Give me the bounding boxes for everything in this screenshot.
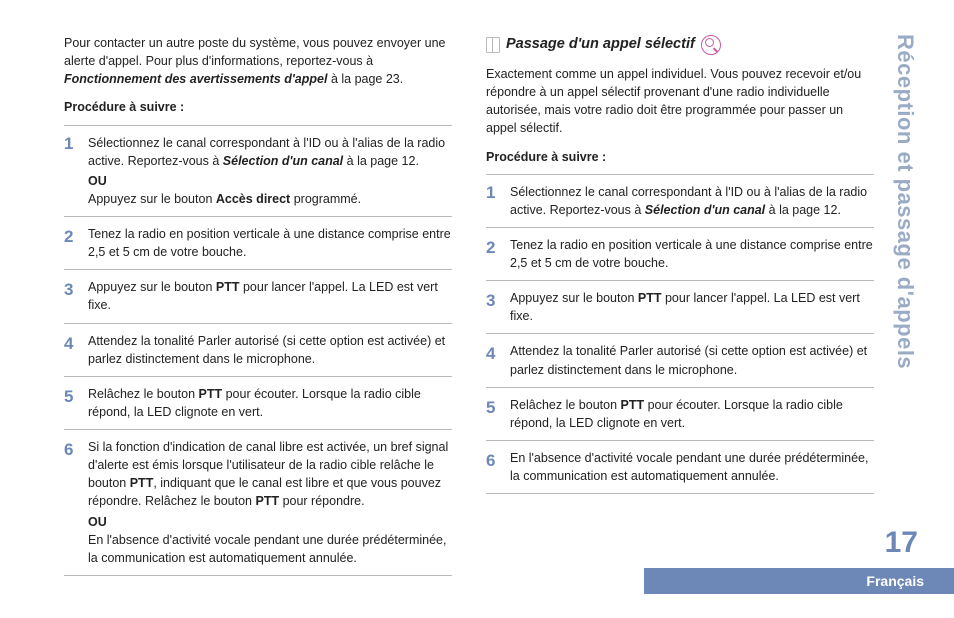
step-text: à la page 12. — [343, 154, 419, 168]
step-text: En l'absence d'activité vocale pendant u… — [88, 531, 452, 567]
step-strong: PTT — [216, 280, 240, 294]
step-text: En l'absence d'activité vocale pendant u… — [510, 451, 868, 483]
step-strong: Accès direct — [216, 192, 290, 206]
step-2: Tenez la radio en position verticale à u… — [64, 225, 452, 270]
step-strong: PTT — [621, 398, 645, 412]
step-text: Attendez la tonalité Parler autorisé (si… — [510, 344, 867, 376]
step-strong: PTT — [255, 494, 279, 508]
step-5: Relâchez le bouton PTT pour écouter. Lor… — [64, 385, 452, 430]
step-text: pour répondre. — [279, 494, 364, 508]
step-4: Attendez la tonalité Parler autorisé (si… — [64, 332, 452, 377]
step-2: Tenez la radio en position verticale à u… — [486, 236, 874, 281]
right-column: Passage d'un appel sélectif Exactement c… — [486, 34, 874, 558]
steps-list-right: Sélectionnez le canal correspondant à l'… — [486, 174, 874, 495]
intro-xref: Fonctionnement des avertissements d'appe… — [64, 72, 327, 86]
page: Pour contacter un autre poste du système… — [0, 0, 954, 618]
or-label: OU — [88, 172, 452, 190]
step-text: Attendez la tonalité Parler autorisé (si… — [88, 334, 445, 366]
step-text: programmé. — [290, 192, 361, 206]
step-xref: Sélection d'un canal — [223, 154, 343, 168]
step-strong: PTT — [130, 476, 154, 490]
step-xref: Sélection d'un canal — [645, 203, 765, 217]
step-text: Relâchez le bouton — [88, 387, 199, 401]
left-column: Pour contacter un autre poste du système… — [64, 34, 452, 558]
step-text: Relâchez le bouton — [510, 398, 621, 412]
step-text: à la page 12. — [765, 203, 841, 217]
steps-list-left: Sélectionnez le canal correspondant à l'… — [64, 125, 452, 576]
step-strong: PTT — [638, 291, 662, 305]
content-columns: Pour contacter un autre poste du système… — [64, 34, 874, 558]
section-title: Passage d'un appel sélectif — [486, 34, 874, 55]
magnifier-badge-icon — [701, 35, 721, 55]
section-intro: Exactement comme un appel individuel. Vo… — [486, 65, 874, 138]
section-title-text: Passage d'un appel sélectif — [506, 34, 695, 55]
step-6: En l'absence d'activité vocale pendant u… — [486, 449, 874, 494]
step-6: Si la fonction d'indication de canal lib… — [64, 438, 452, 576]
step-text: Appuyez sur le bouton — [510, 291, 638, 305]
step-text: Appuyez sur le bouton — [88, 192, 216, 206]
chapter-tab: Réception et passage d'appels — [892, 34, 918, 369]
step-text: Tenez la radio en position verticale à u… — [88, 227, 451, 259]
procedure-header: Procédure à suivre : — [64, 98, 452, 116]
language-bar: Français — [644, 568, 954, 594]
step-strong: PTT — [199, 387, 223, 401]
step-3: Appuyez sur le bouton PTT pour lancer l'… — [64, 278, 452, 323]
step-1: Sélectionnez le canal correspondant à l'… — [64, 125, 452, 218]
page-number: 17 — [885, 526, 918, 560]
step-3: Appuyez sur le bouton PTT pour lancer l'… — [486, 289, 874, 334]
step-1: Sélectionnez le canal correspondant à l'… — [486, 174, 874, 228]
booklet-icon — [486, 37, 500, 53]
step-5: Relâchez le bouton PTT pour écouter. Lor… — [486, 396, 874, 441]
step-text: Tenez la radio en position verticale à u… — [510, 238, 873, 270]
step-text: Appuyez sur le bouton — [88, 280, 216, 294]
intro-text-2: à la page 23. — [327, 72, 403, 86]
or-label: OU — [88, 513, 452, 531]
intro-paragraph: Pour contacter un autre poste du système… — [64, 34, 452, 88]
procedure-header: Procédure à suivre : — [486, 148, 874, 166]
language-label: Français — [866, 573, 924, 589]
intro-text-1: Pour contacter un autre poste du système… — [64, 36, 445, 68]
step-4: Attendez la tonalité Parler autorisé (si… — [486, 342, 874, 387]
